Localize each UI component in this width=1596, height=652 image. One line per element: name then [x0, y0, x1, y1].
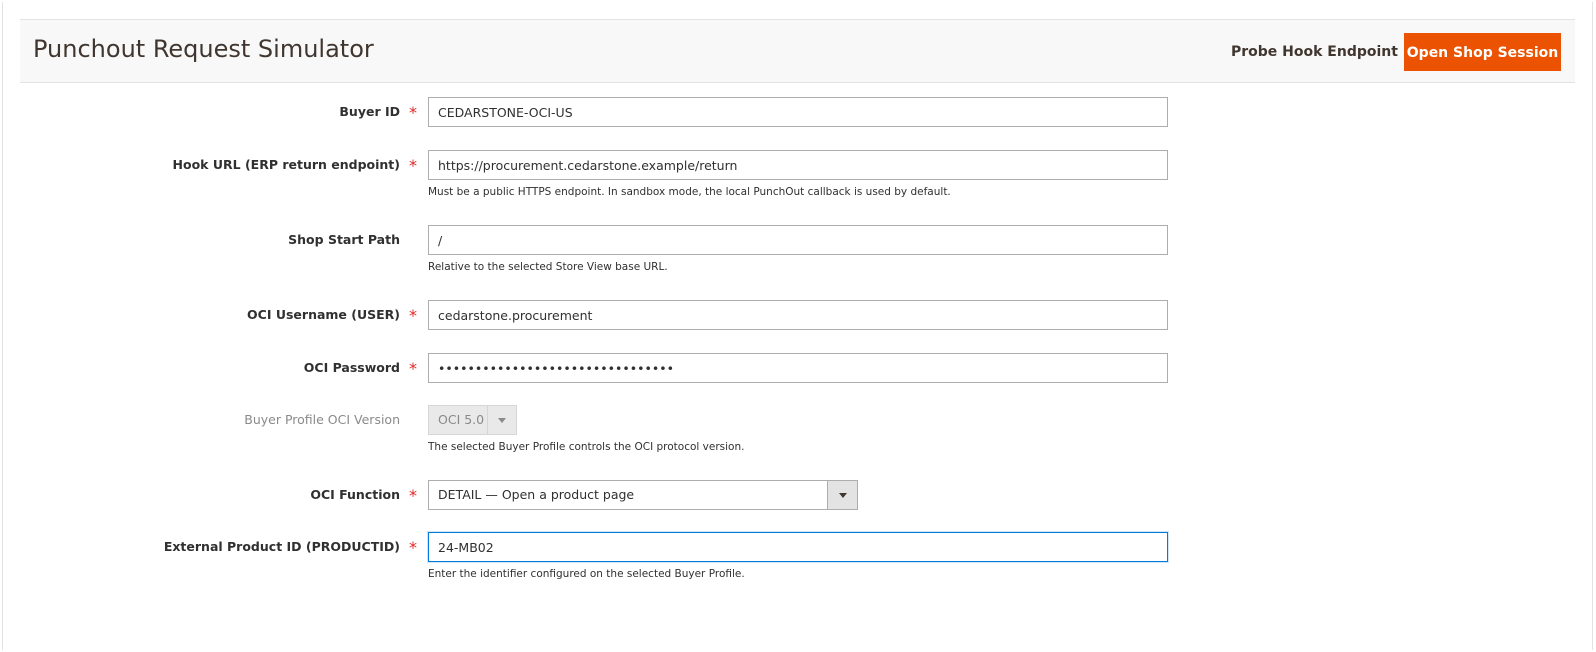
- oci-version-row: Buyer Profile OCI Version OCI 5.0: [0, 405, 1596, 435]
- oci-version-dropdown-button: [487, 406, 516, 434]
- buyer-id-row: Buyer ID *: [0, 97, 1596, 127]
- shop-start-path-row: Shop Start Path: [0, 225, 1596, 255]
- oci-function-value: DETAIL — Open a product page: [438, 487, 635, 502]
- oci-password-row: OCI Password *: [0, 353, 1596, 383]
- hook-url-row: Hook URL (ERP return endpoint) *: [0, 150, 1596, 180]
- oci-username-row: OCI Username (USER) *: [0, 300, 1596, 330]
- shop-start-path-input[interactable]: [428, 225, 1168, 255]
- oci-password-label: OCI Password: [303, 360, 400, 375]
- buyer-id-label: Buyer ID: [339, 104, 400, 119]
- oci-username-label: OCI Username (USER): [247, 307, 400, 322]
- page-header: Punchout Request Simulator Probe Hook En…: [20, 19, 1575, 83]
- product-id-input[interactable]: [428, 532, 1168, 562]
- shop-start-path-label: Shop Start Path: [288, 232, 400, 247]
- hook-url-input[interactable]: [428, 150, 1168, 180]
- hook-url-label: Hook URL (ERP return endpoint): [172, 157, 400, 172]
- oci-version-select: OCI 5.0: [428, 405, 517, 435]
- required-indicator: *: [409, 306, 417, 325]
- oci-version-note: The selected Buyer Profile controls the …: [428, 441, 745, 453]
- shop-start-path-note: Relative to the selected Store View base…: [428, 261, 668, 273]
- required-indicator: *: [409, 359, 417, 378]
- product-id-label: External Product ID (PRODUCTID): [163, 539, 400, 554]
- probe-hook-endpoint-button[interactable]: Probe Hook Endpoint: [1225, 33, 1404, 71]
- hook-url-note: Must be a public HTTPS endpoint. In sand…: [428, 186, 951, 198]
- required-indicator: *: [409, 156, 417, 175]
- oci-function-label: OCI Function: [310, 487, 400, 502]
- oci-username-input[interactable]: [428, 300, 1168, 330]
- product-id-row: External Product ID (PRODUCTID) *: [0, 532, 1596, 562]
- oci-password-input[interactable]: [428, 353, 1168, 383]
- buyer-id-input[interactable]: [428, 97, 1168, 127]
- page-title: Punchout Request Simulator: [33, 35, 374, 63]
- oci-version-label: Buyer Profile OCI Version: [244, 412, 400, 427]
- oci-function-row: OCI Function * DETAIL — Open a product p…: [0, 480, 1596, 510]
- open-shop-session-button[interactable]: Open Shop Session: [1404, 33, 1561, 71]
- oci-version-value: OCI 5.0: [438, 412, 485, 427]
- oci-function-dropdown-button[interactable]: [827, 481, 857, 509]
- chevron-down-icon: [498, 418, 506, 423]
- required-indicator: *: [409, 103, 417, 122]
- required-indicator: *: [409, 538, 417, 557]
- chevron-down-icon: [838, 493, 847, 498]
- product-id-note: Enter the identifier configured on the s…: [428, 568, 745, 580]
- oci-function-select[interactable]: DETAIL — Open a product page: [428, 480, 858, 510]
- required-indicator: *: [409, 486, 417, 505]
